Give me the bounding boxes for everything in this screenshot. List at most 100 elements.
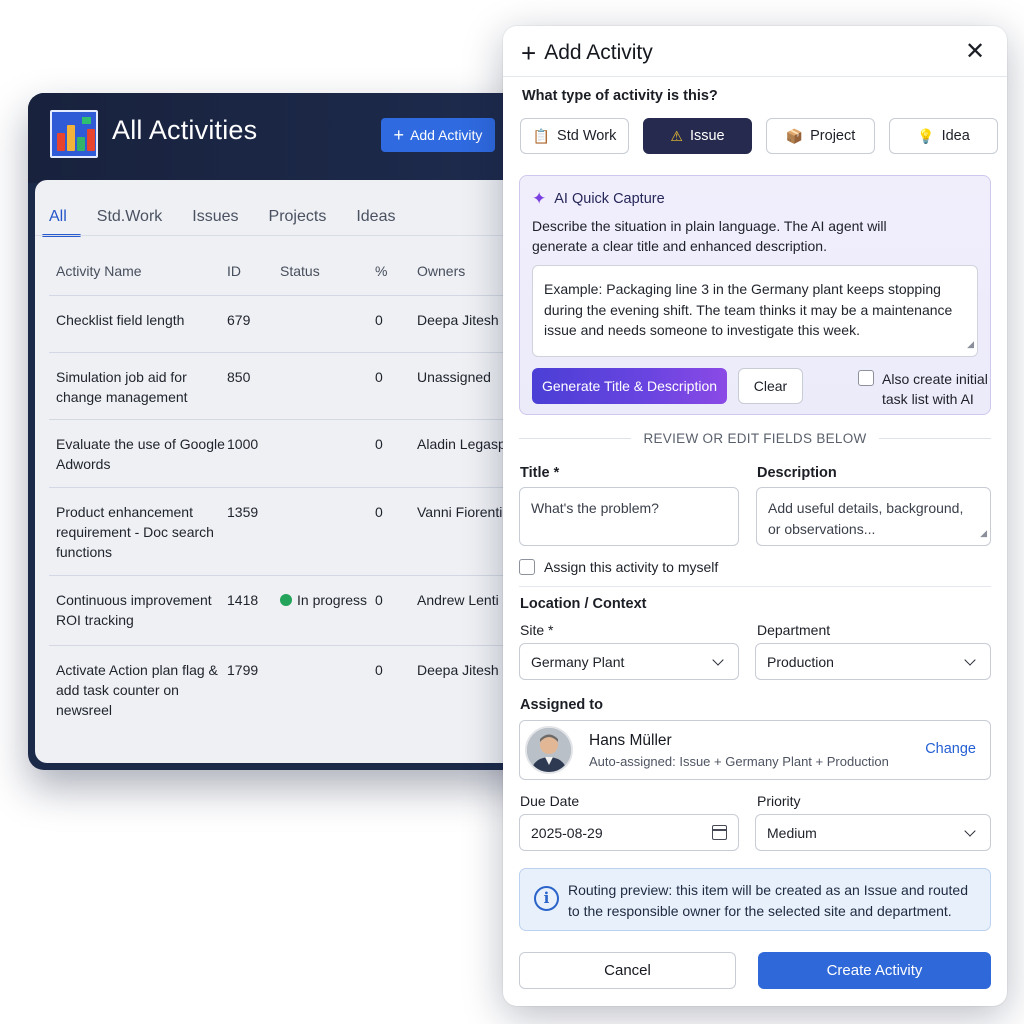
- cell-id: 1799: [227, 662, 259, 678]
- assign-self-checkbox[interactable]: [519, 559, 535, 575]
- title-input[interactable]: What's the problem?: [519, 487, 739, 546]
- type-std-work-button[interactable]: 📋 Std Work: [520, 118, 629, 154]
- info-icon: i: [534, 886, 559, 911]
- title-label: Title *: [520, 465, 560, 481]
- cell-percent: 0: [375, 504, 383, 520]
- review-label: REVIEW OR EDIT FIELDS BELOW: [643, 431, 867, 446]
- type-label: Std Work: [557, 128, 617, 144]
- ai-situation-input[interactable]: Example: Packaging line 3 in the Germany…: [532, 265, 978, 357]
- plus-icon: +: [393, 125, 405, 145]
- task-list-checkbox[interactable]: [858, 370, 874, 386]
- cell-activity-name: Evaluate the use of Google Adwords: [56, 436, 225, 472]
- ai-description: Describe the situation in plain language…: [532, 218, 887, 254]
- description-placeholder: Add useful details, background, or obser…: [768, 500, 964, 537]
- assignee-name: Hans Müller: [589, 732, 672, 749]
- site-label: Site *: [520, 622, 554, 638]
- ai-heading: ✦ AI Quick Capture: [532, 189, 665, 209]
- ai-input-placeholder: Example: Packaging line 3 in the Germany…: [544, 281, 953, 338]
- type-label: Issue: [689, 128, 725, 144]
- col-id[interactable]: ID: [227, 263, 280, 279]
- routing-preview: i Routing preview: this item will be cre…: [519, 868, 991, 931]
- col-activity-name[interactable]: Activity Name: [49, 263, 227, 279]
- cell-status: [280, 367, 375, 419]
- due-date-label: Due Date: [520, 793, 580, 809]
- status-text: In progress: [297, 592, 368, 608]
- description-input[interactable]: Add useful details, background, or obser…: [756, 487, 991, 546]
- cell-percent: 0: [375, 436, 383, 452]
- chevron-down-icon: [964, 653, 976, 666]
- cell-percent: 0: [375, 312, 383, 328]
- type-project-button[interactable]: 📦 Project: [766, 118, 875, 154]
- modal-title-text: Add Activity: [544, 41, 653, 64]
- modal-header-divider: [503, 76, 1007, 77]
- activity-type-selector: 📋 Std Work ⚠ Issue 📦 Project 💡 Idea: [520, 118, 998, 154]
- resize-handle-icon[interactable]: ◢: [980, 523, 987, 544]
- type-issue-button[interactable]: ⚠ Issue: [643, 118, 752, 154]
- cell-id: 1418: [227, 592, 259, 608]
- site-value: Germany Plant: [531, 653, 625, 670]
- section-divider: [519, 586, 991, 587]
- cell-activity-name: Checklist field length: [56, 312, 185, 328]
- add-activity-modal: + Add Activity ✕ What type of activity i…: [503, 26, 1007, 1006]
- tab-ideas[interactable]: Ideas: [356, 200, 395, 234]
- cell-status: In progress: [280, 590, 375, 645]
- change-assignee-link[interactable]: Change: [925, 741, 976, 757]
- ai-task-list-option[interactable]: Also create initial task list with AI: [858, 369, 992, 409]
- clipboard-icon: 📋: [532, 127, 551, 144]
- cell-status: [280, 310, 375, 352]
- avatar: [525, 726, 573, 774]
- chevron-down-icon: [712, 653, 724, 666]
- cell-activity-name: Activate Action plan flag & add task cou…: [56, 662, 218, 718]
- department-select[interactable]: Production: [755, 643, 991, 680]
- assigned-to-label: Assigned to: [520, 697, 603, 713]
- type-idea-button[interactable]: 💡 Idea: [889, 118, 998, 154]
- cell-id: 850: [227, 369, 251, 385]
- routing-preview-text: Routing preview: this item will be creat…: [568, 882, 968, 919]
- calendar-icon[interactable]: [712, 825, 727, 840]
- create-activity-button[interactable]: Create Activity: [758, 952, 991, 989]
- person-avatar-icon: [527, 728, 571, 772]
- cell-status: [280, 434, 375, 487]
- divider-line: [878, 438, 992, 439]
- assignee-rule: Auto-assigned: Issue + Germany Plant + P…: [589, 754, 889, 769]
- add-activity-button[interactable]: + Add Activity: [381, 118, 495, 152]
- col-status[interactable]: Status: [280, 263, 375, 279]
- cancel-button[interactable]: Cancel: [519, 952, 736, 989]
- cell-percent: 0: [375, 592, 383, 608]
- col-percent[interactable]: %: [375, 263, 417, 279]
- tab-all[interactable]: All: [42, 200, 81, 237]
- description-label: Description: [757, 465, 837, 481]
- generate-title-description-button[interactable]: Generate Title & Description: [532, 368, 727, 404]
- task-list-label: Also create initial task list with AI: [882, 371, 988, 407]
- cell-activity-name: Simulation job aid for change management: [56, 369, 188, 405]
- tab-std-work[interactable]: Std.Work: [97, 200, 163, 234]
- type-label: Idea: [941, 128, 970, 144]
- assign-self-label: Assign this activity to myself: [544, 558, 719, 575]
- cell-activity-name: Continuous improvement ROI tracking: [56, 592, 212, 628]
- site-select[interactable]: Germany Plant: [519, 643, 739, 680]
- ai-heading-text: AI Quick Capture: [554, 191, 665, 207]
- type-label: Project: [810, 128, 856, 144]
- page-title: All Activities: [112, 115, 258, 145]
- cell-status: [280, 502, 375, 575]
- cell-status: [280, 660, 375, 738]
- resize-handle-icon[interactable]: ◢: [967, 334, 974, 355]
- plus-icon: +: [521, 38, 537, 68]
- app-logo-icon: [50, 110, 98, 158]
- assign-self-option[interactable]: Assign this activity to myself: [519, 558, 718, 575]
- cell-percent: 0: [375, 369, 383, 385]
- location-heading: Location / Context: [520, 596, 647, 612]
- clear-button[interactable]: Clear: [738, 368, 803, 404]
- due-date-value: 2025-08-29: [531, 824, 603, 841]
- close-icon[interactable]: ✕: [963, 40, 987, 64]
- priority-select[interactable]: Medium: [755, 814, 991, 851]
- status-dot-icon: [280, 594, 292, 606]
- package-icon: 📦: [785, 127, 804, 144]
- cell-activity-name: Product enhancement requirement - Doc se…: [56, 504, 214, 560]
- tab-projects[interactable]: Projects: [269, 200, 327, 234]
- due-date-input[interactable]: 2025-08-29: [519, 814, 739, 851]
- ai-quick-capture-panel: ✦ AI Quick Capture Describe the situatio…: [519, 175, 991, 415]
- divider-line: [519, 438, 632, 439]
- cell-id: 1359: [227, 504, 259, 520]
- tab-issues[interactable]: Issues: [192, 200, 238, 234]
